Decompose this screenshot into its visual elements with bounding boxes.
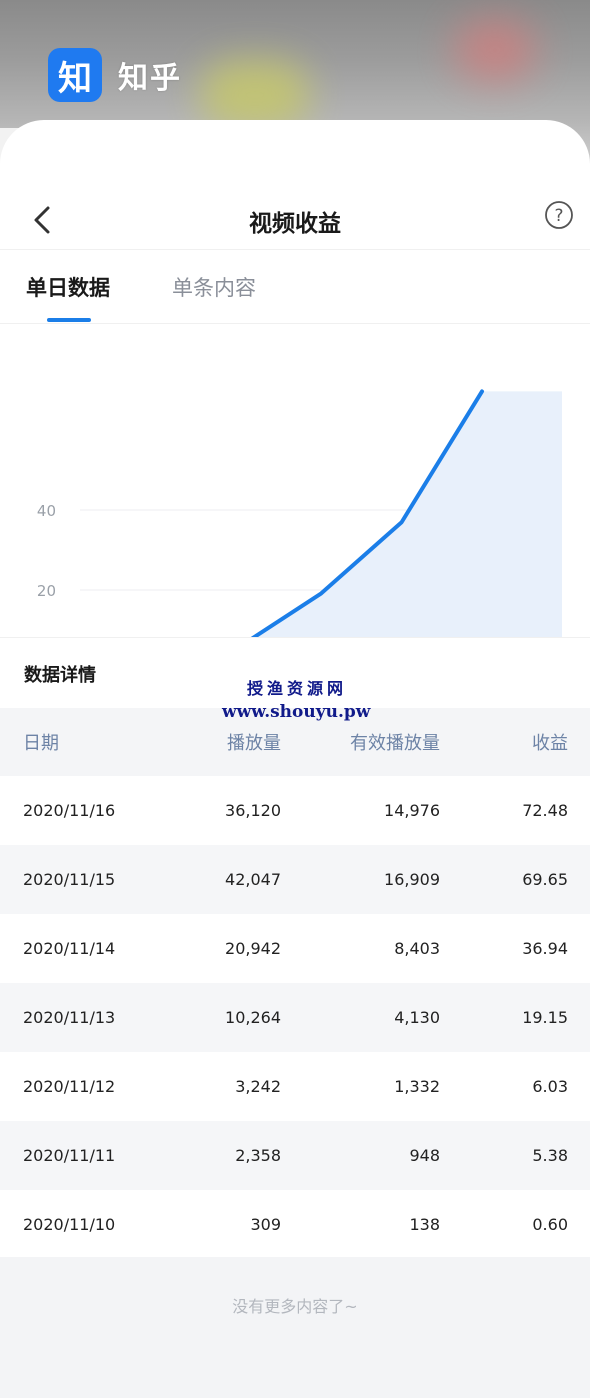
table-row: 2020/11/16 36,120 14,976 72.48 — [0, 776, 590, 845]
app-window[interactable]: 视频收益 ? 单日数据 单条内容 020402020-11-122020-11-… — [0, 120, 590, 1398]
help-icon: ? — [545, 201, 573, 229]
table-row: 2020/11/14 20,942 8,403 36.94 — [0, 914, 590, 983]
watermark: 授渔资源网 www.shouyu.pw — [222, 675, 372, 722]
tab-bar: 单日数据 单条内容 — [0, 250, 590, 324]
plays-cell: 2,358 — [235, 1146, 281, 1165]
column-header-date: 日期 — [23, 733, 59, 754]
watermark-title: 授渔资源网 — [246, 679, 347, 698]
tab-single-content[interactable]: 单条内容 — [172, 272, 256, 302]
plays-cell: 309 — [250, 1215, 281, 1234]
income-cell: 19.15 — [522, 1008, 568, 1027]
table-row: 2020/11/11 2,358 948 5.38 — [0, 1121, 590, 1190]
valid-plays-cell: 16,909 — [384, 870, 440, 889]
active-tab-indicator — [47, 318, 91, 322]
list-footer: 没有更多内容了~ — [0, 1257, 590, 1398]
no-more-content-text: 没有更多内容了~ — [232, 1297, 358, 1316]
income-cell: 69.65 — [522, 870, 568, 889]
plays-cell: 36,120 — [225, 801, 281, 820]
plays-cell: 10,264 — [225, 1008, 281, 1027]
y-tick-label: 40 — [37, 502, 56, 520]
income-cell: 5.38 — [532, 1146, 568, 1165]
plays-cell: 3,242 — [235, 1077, 281, 1096]
date-cell: 2020/11/10 — [23, 1215, 116, 1234]
navigation-bar: 视频收益 ? — [0, 190, 590, 250]
income-cell: 6.03 — [532, 1077, 568, 1096]
zhihu-app-icon[interactable]: 知 — [48, 48, 102, 102]
valid-plays-cell: 948 — [409, 1146, 440, 1165]
help-button[interactable]: ? — [544, 200, 574, 230]
table-row: 2020/11/10 309 138 0.60 — [0, 1190, 590, 1259]
column-header-income: 收益 — [532, 733, 568, 754]
date-cell: 2020/11/12 — [23, 1077, 116, 1096]
app-switcher-header: 知 知乎 — [48, 48, 182, 102]
date-cell: 2020/11/11 — [23, 1146, 116, 1165]
y-tick-label: 20 — [37, 582, 56, 600]
table-row: 2020/11/12 3,242 1,332 6.03 — [0, 1052, 590, 1121]
valid-plays-cell: 138 — [409, 1215, 440, 1234]
date-cell: 2020/11/15 — [23, 870, 116, 889]
date-cell: 2020/11/16 — [23, 801, 116, 820]
divider — [0, 637, 590, 638]
plays-cell: 42,047 — [225, 870, 281, 889]
valid-plays-cell: 1,332 — [394, 1077, 440, 1096]
page-title: 视频收益 — [249, 211, 341, 237]
svg-text:?: ? — [554, 206, 563, 226]
background-blur — [455, 20, 535, 80]
table-row: 2020/11/13 10,264 4,130 19.15 — [0, 983, 590, 1052]
details-table: 日期 播放量 有效播放量 收益 2020/11/16 36,120 14,976… — [0, 708, 590, 1259]
valid-plays-cell: 8,403 — [394, 939, 440, 958]
tab-daily-data[interactable]: 单日数据 — [26, 272, 110, 302]
chart-canvas: 020402020-11-122020-11-16 — [37, 389, 562, 638]
valid-plays-cell: 14,976 — [384, 801, 440, 820]
app-name: 知乎 — [118, 61, 182, 96]
valid-plays-cell: 4,130 — [394, 1008, 440, 1027]
table-row: 2020/11/15 42,047 16,909 69.65 — [0, 845, 590, 914]
series-area — [252, 391, 562, 638]
earnings-chart: 020402020-11-122020-11-16 — [0, 324, 590, 638]
income-cell: 36.94 — [522, 939, 568, 958]
watermark-url: www.shouyu.pw — [222, 702, 371, 722]
income-cell: 0.60 — [532, 1215, 568, 1234]
section-title: 数据详情 — [24, 665, 96, 686]
date-cell: 2020/11/14 — [23, 939, 116, 958]
income-cell: 72.48 — [522, 801, 568, 820]
plays-cell: 20,942 — [225, 939, 281, 958]
date-cell: 2020/11/13 — [23, 1008, 116, 1027]
